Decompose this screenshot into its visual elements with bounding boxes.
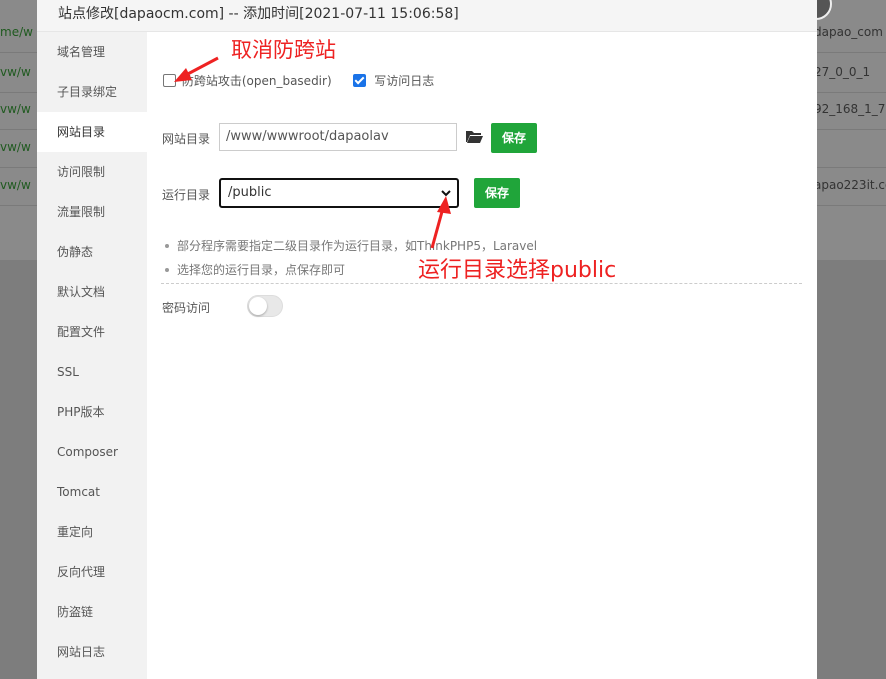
sidebar-item-rewrite[interactable]: 伪静态 [37, 232, 147, 272]
dialog-title: 站点修改[dapaocm.com] -- 添加时间[2021-07-11 15:… [58, 6, 459, 22]
chevron-down-icon [441, 190, 451, 197]
sidebar-item-traffic-limit[interactable]: 流量限制 [37, 192, 147, 232]
sidebar-item-domain-management[interactable]: 域名管理 [37, 32, 147, 72]
list-item-path: vw/w [0, 140, 31, 154]
site-directory-panel: 防跨站攻击(open_basedir) 写访问日志 网站目录 /www/wwwr… [147, 32, 817, 679]
password-access-toggle[interactable] [247, 295, 283, 317]
options-row: 防跨站攻击(open_basedir) 写访问日志 [163, 72, 434, 90]
anti-cross-site-checkbox[interactable] [163, 74, 176, 87]
sidebar-item-hotlink-protection[interactable]: 防盗链 [37, 592, 147, 632]
run-directory-select[interactable]: /public [219, 178, 459, 208]
list-item-domain: apao223it.co [814, 178, 886, 192]
sidebar-item-php-version[interactable]: PHP版本 [37, 392, 147, 432]
list-item-path: vw/w [0, 178, 31, 192]
sidebar-item-redirect[interactable]: 重定向 [37, 512, 147, 552]
sidebar-item-reverse-proxy[interactable]: 反向代理 [37, 552, 147, 592]
run-directory-label: 运行目录 [162, 188, 211, 202]
sidebar-item-composer[interactable]: Composer [37, 432, 147, 472]
site-directory-label: 网站目录 [162, 132, 211, 146]
password-access-label: 密码访问 [162, 301, 211, 315]
list-item-path: vw/w [0, 65, 31, 79]
access-log-label: 写访问日志 [374, 74, 435, 88]
site-settings-dialog: 站点修改[dapaocm.com] -- 添加时间[2021-07-11 15:… [37, 0, 817, 679]
list-item-path: vw/w [0, 102, 31, 116]
sidebar-item-site-directory[interactable]: 网站目录 [37, 112, 147, 152]
folder-open-icon[interactable] [466, 130, 483, 143]
toggle-knob [249, 297, 267, 315]
sidebar-item-subdirectory-binding[interactable]: 子目录绑定 [37, 72, 147, 112]
list-item-domain: 92_168_1_77 [814, 102, 886, 116]
sidebar-item-access-restriction[interactable]: 访问限制 [37, 152, 147, 192]
run-directory-selected-value: /public [228, 185, 272, 200]
list-item-domain: dapao_com [814, 25, 883, 39]
save-run-directory-button[interactable]: 保存 [474, 178, 520, 208]
access-log-checkbox[interactable] [353, 74, 367, 87]
annotation-cancel-cross-site: 取消防跨站 [231, 38, 336, 62]
sidebar-item-tomcat[interactable]: Tomcat [37, 472, 147, 512]
sidebar-item-default-document[interactable]: 默认文档 [37, 272, 147, 312]
annotation-choose-public: 运行目录选择public [418, 258, 617, 283]
anti-cross-site-label: 防跨站攻击(open_basedir) [181, 74, 332, 88]
settings-sidebar: 域名管理 子目录绑定 网站目录 访问限制 流量限制 伪静态 默认文档 配置文件 … [37, 32, 147, 679]
save-site-directory-button[interactable]: 保存 [491, 123, 537, 153]
dialog-titlebar: 站点修改[dapaocm.com] -- 添加时间[2021-07-11 15:… [37, 0, 817, 32]
list-item-domain: 27_0_0_1 [814, 65, 871, 79]
sidebar-item-config-file[interactable]: 配置文件 [37, 312, 147, 352]
site-directory-input[interactable]: /www/wwwroot/dapaolav [219, 123, 457, 151]
sidebar-item-ssl[interactable]: SSL [37, 352, 147, 392]
sidebar-item-site-log[interactable]: 网站日志 [37, 632, 147, 672]
list-item-path: me/w [0, 25, 33, 39]
